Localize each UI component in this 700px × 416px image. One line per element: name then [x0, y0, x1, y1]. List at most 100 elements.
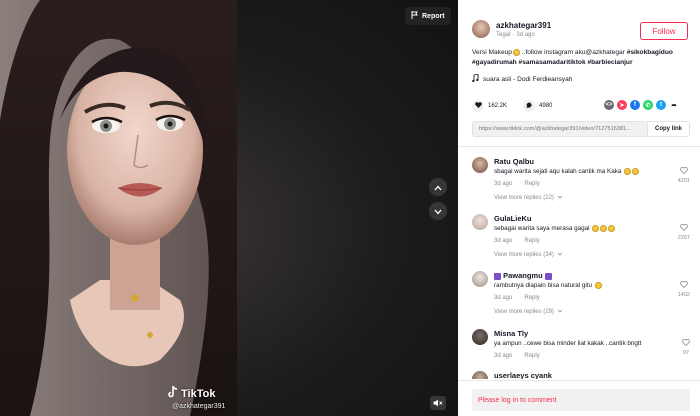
comment-bubble-icon [526, 102, 533, 111]
comment-text: ya ampun ..cewe bisa minder liat kakak .… [494, 340, 642, 347]
reply-button[interactable]: Reply [524, 295, 539, 301]
comment-like-count: 1402 [677, 292, 690, 298]
video-description: Versi Makeup ..follow instagram aku@azkh… [472, 48, 690, 68]
login-to-comment-link[interactable]: Please log in to comment [472, 389, 690, 411]
comment-text: sbagai warita sejati aqu kalah cantik ma… [494, 168, 640, 175]
comment-login-bar: Please log in to comment [458, 380, 700, 416]
embed-icon[interactable]: <> [604, 100, 614, 110]
commenter-avatar[interactable] [472, 371, 488, 379]
tiktok-video-page: Report TikTok @azkhategar391 azkhategar3… [0, 0, 700, 416]
music-info[interactable]: suara asli - Dodi Ferdieansyah [472, 73, 573, 84]
engagement-stats: 162.2K 4980 [472, 100, 552, 112]
whatsapp-icon[interactable]: ✆ [643, 100, 653, 110]
commenter-name[interactable]: Pawangmu [494, 271, 552, 280]
reply-button[interactable]: Reply [524, 238, 539, 244]
follow-button[interactable]: Follow [640, 22, 688, 40]
author-subline: Tegar · 3d ago [496, 32, 551, 38]
music-note-icon [472, 73, 479, 84]
watermark-brand: TikTok [181, 387, 216, 400]
mute-button[interactable] [430, 396, 446, 410]
share-link-box: https://www.tiktok.com/@azkhategar391/vi… [472, 121, 690, 137]
share-link[interactable]: https://www.tiktok.com/@azkhategar391/vi… [473, 126, 647, 132]
report-label: Report [422, 12, 445, 20]
previous-video-button[interactable] [429, 178, 447, 196]
commenter-name[interactable]: Ratu Qalbu [494, 157, 534, 166]
emoji-icon [592, 225, 600, 232]
heart-outline-icon [679, 223, 688, 233]
comment-time: 3d ago [494, 181, 513, 187]
comment-like-count: 2267 [677, 235, 690, 241]
comment-button[interactable] [523, 100, 536, 112]
like-count: 162.2K [488, 103, 508, 109]
chevron-down-icon [557, 309, 563, 315]
comment-count: 4980 [539, 103, 553, 109]
emoji-icon [600, 225, 608, 232]
chevron-up-icon [434, 178, 442, 196]
comment-like-count: 4201 [677, 178, 690, 184]
comment-meta: 3d ago Reply [494, 353, 540, 359]
comment-meta: 3d ago Reply [494, 181, 540, 187]
author-display-name: Tegar [496, 32, 512, 38]
posted-time: 3d ago [516, 32, 535, 38]
video-frame [0, 0, 237, 416]
portrait-image [0, 0, 237, 416]
view-replies-button[interactable]: View more replies (29) [494, 309, 563, 315]
next-video-button[interactable] [429, 202, 447, 220]
emoji-icon [512, 48, 520, 56]
commenter-name[interactable]: userlaeys cyank [494, 371, 552, 379]
heart-outline-icon [679, 166, 688, 176]
purple-symbol-icon [494, 272, 501, 280]
commenter-avatar[interactable] [472, 214, 488, 230]
purple-symbol-icon [544, 272, 552, 280]
view-replies-button[interactable]: View more replies (22) [494, 195, 563, 201]
heart-icon [474, 102, 482, 110]
speaker-muted-icon [433, 394, 443, 412]
emoji-icon [594, 282, 602, 289]
comment-text: sebagai warita saya merasa gagal [494, 225, 616, 232]
share-arrow-icon[interactable]: ➦ [669, 100, 679, 110]
emoji-icon [624, 168, 632, 175]
emoji-icon [632, 168, 640, 175]
description-start: Versi Makeup [472, 49, 512, 56]
comment-like-button[interactable]: 2267 [677, 223, 690, 241]
reply-button[interactable]: Reply [524, 353, 539, 359]
chevron-down-icon [434, 202, 442, 220]
commenter-avatar[interactable] [472, 157, 488, 173]
details-panel: azkhategar391 Tegar · 3d ago Follow Vers… [458, 0, 700, 416]
comment-meta: 3d ago Reply [494, 238, 540, 244]
comment-time: 3d ago [494, 353, 513, 359]
tiktok-logo-icon [168, 385, 178, 401]
commenter-avatar[interactable] [472, 271, 488, 287]
commenter-name[interactable]: GulaLieKu [494, 214, 532, 223]
comment-like-button[interactable]: 4201 [677, 166, 690, 184]
send-icon[interactable]: ➤ [617, 100, 627, 110]
reply-button[interactable]: Reply [524, 181, 539, 187]
comment-text: rambutnya diapain bisa natural gitu [494, 282, 602, 289]
author-info[interactable]: azkhategar391 Tegar · 3d ago [472, 20, 551, 38]
twitter-icon[interactable]: t [656, 100, 666, 110]
comment-time: 3d ago [494, 295, 513, 301]
chevron-down-icon [557, 195, 563, 201]
share-icons: <> ➤ f ✆ t ➦ [604, 100, 679, 110]
comment-like-button[interactable]: 97 [682, 338, 690, 356]
facebook-icon[interactable]: f [630, 100, 640, 110]
author-username[interactable]: azkhategar391 [496, 21, 551, 30]
description-mid: ..follow instagram aku@azkhategar [519, 49, 627, 56]
view-replies-button[interactable]: View more replies (34) [494, 252, 563, 258]
watermark-username: @azkhategar391 [172, 403, 226, 410]
comment-like-count: 97 [682, 350, 690, 356]
author-avatar[interactable] [472, 20, 490, 38]
flag-icon [411, 11, 418, 21]
comment-like-button[interactable]: 1402 [677, 280, 690, 298]
report-button[interactable]: Report [405, 7, 451, 25]
music-title: suara asli - Dodi Ferdieansyah [483, 75, 573, 83]
emoji-icon [608, 225, 616, 232]
commenter-name[interactable]: Misna Tly [494, 329, 528, 338]
video-player[interactable]: Report TikTok @azkhategar391 [0, 0, 458, 416]
copy-link-button[interactable]: Copy link [646, 122, 689, 136]
commenter-avatar[interactable] [472, 329, 488, 345]
comment-list[interactable]: Ratu Qalbu sbagai warita sejati aqu kala… [458, 147, 700, 379]
heart-outline-icon [682, 338, 690, 348]
chevron-down-icon [557, 252, 563, 258]
like-button[interactable] [472, 100, 484, 112]
